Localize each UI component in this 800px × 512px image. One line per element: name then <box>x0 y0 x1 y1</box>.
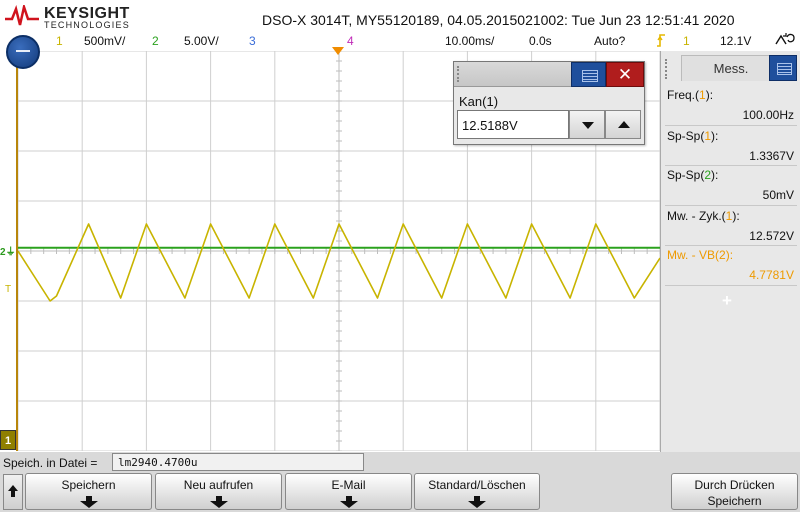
filename-field[interactable]: lm2940.4700u <box>112 453 364 471</box>
measurement-label[interactable]: Sp-Sp(2): <box>667 168 718 182</box>
measurement-value: 100.00Hz <box>742 108 794 122</box>
softkey-recall[interactable]: Neu aufrufen <box>155 473 282 510</box>
measurement-label[interactable]: Sp-Sp(1): <box>667 129 718 143</box>
decrease-button[interactable] <box>569 110 605 139</box>
measurement-label[interactable]: Mw. - Zyk.(1): <box>667 209 740 223</box>
add-measurement-icon[interactable]: + <box>722 291 732 311</box>
divider <box>665 205 797 206</box>
channel-level-dialog: ✕ Kan(1) 12.5188V <box>453 61 645 145</box>
drag-handle-icon[interactable] <box>665 59 673 79</box>
measurement-value-selected: 4.7781V <box>749 268 794 282</box>
measurement-label-selected[interactable]: Mw. - VB(2): <box>667 248 733 262</box>
status-bar: 1 500mV/ 2 5.00V/ 3 4 10.00ms/ 0.0s Auto… <box>0 32 800 50</box>
ch1-scale[interactable]: 500mV/ <box>84 34 125 48</box>
ch4-number[interactable]: 4 <box>347 34 354 48</box>
softkey-email[interactable]: E-Mail <box>285 473 412 510</box>
measurement-panel: Mess. Freq.(1): 100.00Hz Sp-Sp(1): 1.336… <box>660 51 800 452</box>
dialog-titlebar[interactable]: ✕ <box>454 62 644 87</box>
increase-button[interactable] <box>605 110 641 139</box>
ch1-ground-marker[interactable]: 1 <box>0 430 16 450</box>
ch2-ground-marker[interactable]: 2⏚ <box>0 243 16 258</box>
measurement-label[interactable]: Freq.(1): <box>667 88 713 102</box>
instrument-title: DSO-X 3014T, MY55120189, 04.05.201502100… <box>262 12 735 28</box>
trigger-level-marker[interactable]: T <box>5 284 11 295</box>
save-to-file-label: Speich. in Datei = <box>3 456 98 470</box>
arrow-down-icon <box>79 496 98 508</box>
ch2-number[interactable]: 2 <box>152 34 159 48</box>
measurement-value: 12.572V <box>749 229 794 243</box>
keysight-logo: KEYSIGHT TECHNOLOGIES <box>4 3 134 31</box>
softkey-save[interactable]: Speichern <box>25 473 152 510</box>
timebase-delay[interactable]: 0.0s <box>529 34 552 48</box>
arrow-up-icon <box>618 121 630 128</box>
menu-up-button[interactable] <box>3 474 23 510</box>
brand-subtitle: TECHNOLOGIES <box>44 20 130 30</box>
measurement-value: 50mV <box>762 188 794 202</box>
keysight-menu-button[interactable] <box>6 35 40 69</box>
softkey-default-erase[interactable]: Standard/Löschen <box>414 473 540 510</box>
channel-level-field[interactable]: 12.5188V <box>457 110 569 139</box>
trigger-level[interactable]: 12.1V <box>720 34 751 48</box>
ch2-scale[interactable]: 5.00V/ <box>184 34 219 48</box>
dialog-menu-button[interactable] <box>571 62 606 87</box>
trigger-icon[interactable] <box>655 32 667 51</box>
ground-icon: ⏚ <box>5 247 16 258</box>
arrow-down-icon <box>582 122 594 129</box>
oscilloscope-screen: KEYSIGHT TECHNOLOGIES DSO-X 3014T, MY551… <box>0 0 800 512</box>
dialog-channel-label: Kan(1) <box>459 94 499 109</box>
divider <box>665 285 797 286</box>
tab-measurements[interactable]: Mess. <box>681 55 781 81</box>
softkey-bar: Speich. in Datei = lm2940.4700u Speicher… <box>0 452 800 512</box>
keysight-wave-icon <box>5 5 39 26</box>
timebase-scale[interactable]: 10.00ms/ <box>445 34 494 48</box>
measurement-value: 1.3367V <box>749 149 794 163</box>
ch1-number[interactable]: 1 <box>56 34 63 48</box>
trigger-position-marker[interactable] <box>332 47 344 55</box>
divider <box>665 165 797 166</box>
ch3-number[interactable]: 3 <box>249 34 256 48</box>
trigger-channel[interactable]: 1 <box>683 34 690 48</box>
drag-handle-icon[interactable] <box>457 66 465 82</box>
panel-menu-button[interactable] <box>769 55 797 81</box>
trigger-mode[interactable]: Auto? <box>594 34 625 48</box>
divider <box>665 125 797 126</box>
arrow-down-icon <box>209 496 228 508</box>
softkey-press-to-save[interactable]: Durch Drücken Speichern <box>671 473 798 510</box>
dialog-close-button[interactable]: ✕ <box>606 62 644 87</box>
arrow-down-icon <box>339 496 358 508</box>
divider <box>665 245 797 246</box>
header: KEYSIGHT TECHNOLOGIES DSO-X 3014T, MY551… <box>0 0 800 50</box>
arrow-down-icon <box>468 496 486 508</box>
acquisition-mode-icon[interactable] <box>774 32 796 51</box>
